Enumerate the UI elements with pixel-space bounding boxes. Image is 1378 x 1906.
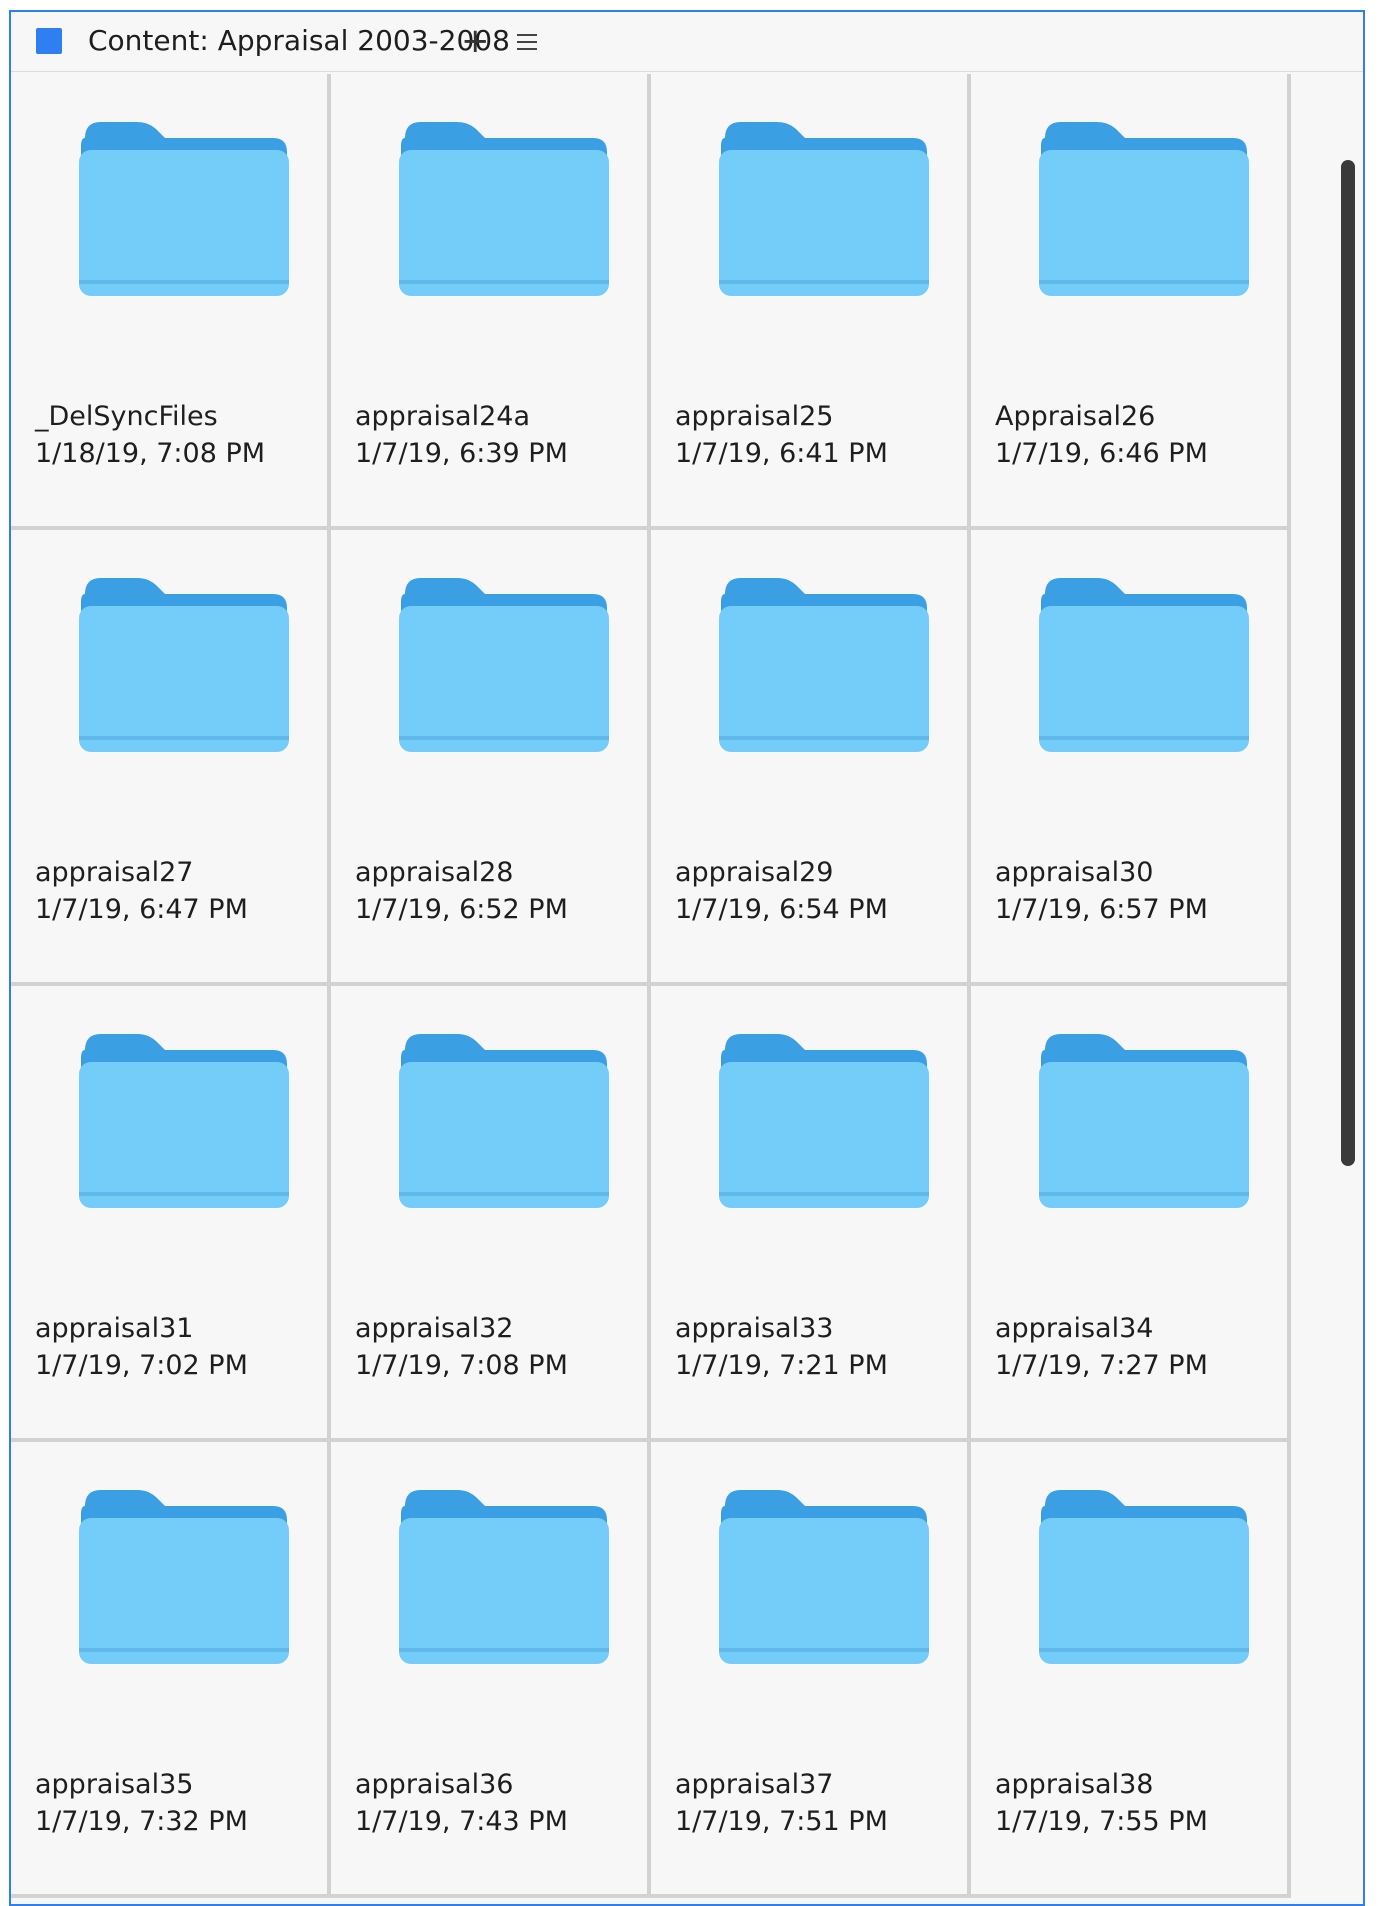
folder-item[interactable]: Appraisal26 1/7/19, 6:46 PM: [971, 74, 1291, 530]
folder-date: 1/7/19, 6:39 PM: [355, 438, 568, 469]
folder-name: appraisal36: [355, 1769, 514, 1800]
folder-date: 1/7/19, 6:52 PM: [355, 894, 568, 925]
folder-icon: [1039, 1490, 1249, 1664]
folder-item[interactable]: appraisal38 1/7/19, 7:55 PM: [971, 1442, 1291, 1898]
folder-date: 1/7/19, 6:41 PM: [675, 438, 888, 469]
folder-item[interactable]: appraisal34 1/7/19, 7:27 PM: [971, 986, 1291, 1442]
folder-item[interactable]: appraisal37 1/7/19, 7:51 PM: [651, 1442, 971, 1898]
folder-date: 1/7/19, 7:08 PM: [355, 1350, 568, 1381]
folder-item[interactable]: appraisal28 1/7/19, 6:52 PM: [331, 530, 651, 986]
folder-name: appraisal38: [995, 1769, 1154, 1800]
folder-name: appraisal37: [675, 1769, 834, 1800]
folder-item[interactable]: appraisal35 1/7/19, 7:32 PM: [11, 1442, 331, 1898]
folder-name: appraisal34: [995, 1313, 1154, 1344]
folder-item[interactable]: appraisal27 1/7/19, 6:47 PM: [11, 530, 331, 986]
folder-date: 1/7/19, 6:46 PM: [995, 438, 1208, 469]
folder-name: appraisal27: [35, 857, 194, 888]
folder-item[interactable]: appraisal32 1/7/19, 7:08 PM: [331, 986, 651, 1442]
folder-item[interactable]: appraisal30 1/7/19, 6:57 PM: [971, 530, 1291, 986]
folder-icon: [1039, 578, 1249, 752]
folder-date: 1/7/19, 6:47 PM: [35, 894, 248, 925]
folder-name: appraisal30: [995, 857, 1154, 888]
folder-item[interactable]: appraisal36 1/7/19, 7:43 PM: [331, 1442, 651, 1898]
folder-name: appraisal28: [355, 857, 514, 888]
folder-icon: [399, 1034, 609, 1208]
folder-icon: [1039, 1034, 1249, 1208]
folder-name: Appraisal26: [995, 401, 1156, 432]
content-grid-area[interactable]: _DelSyncFiles 1/18/19, 7:08 PM appraisal…: [11, 74, 1331, 1904]
folder-icon: [79, 578, 289, 752]
scrollbar-thumb[interactable]: [1341, 160, 1355, 1166]
folder-date: 1/18/19, 7:08 PM: [35, 438, 266, 469]
folder-date: 1/7/19, 7:02 PM: [35, 1350, 248, 1381]
folder-name: _DelSyncFiles: [35, 401, 218, 432]
folder-grid: _DelSyncFiles 1/18/19, 7:08 PM appraisal…: [11, 74, 1331, 1898]
folder-icon: [719, 122, 929, 296]
content-panel: Content: Appraisal 2003-2008 + _DelSyncF…: [9, 10, 1365, 1906]
folder-icon: [399, 1490, 609, 1664]
folder-icon: [399, 578, 609, 752]
folder-date: 1/7/19, 7:55 PM: [995, 1806, 1208, 1837]
folder-date: 1/7/19, 7:43 PM: [355, 1806, 568, 1837]
folder-name: appraisal24a: [355, 401, 530, 432]
folder-date: 1/7/19, 6:54 PM: [675, 894, 888, 925]
folder-name: appraisal32: [355, 1313, 514, 1344]
folder-item[interactable]: appraisal31 1/7/19, 7:02 PM: [11, 986, 331, 1442]
hamburger-menu-icon[interactable]: [514, 29, 540, 55]
folder-date: 1/7/19, 7:21 PM: [675, 1350, 888, 1381]
folder-icon: [79, 1034, 289, 1208]
folder-item[interactable]: appraisal25 1/7/19, 6:41 PM: [651, 74, 971, 530]
folder-icon: [79, 122, 289, 296]
folder-icon: [1039, 122, 1249, 296]
folder-icon: [79, 1490, 289, 1664]
folder-name: appraisal31: [35, 1313, 194, 1344]
folder-item[interactable]: appraisal33 1/7/19, 7:21 PM: [651, 986, 971, 1442]
vertical-scrollbar[interactable]: [1323, 74, 1363, 1904]
folder-icon: [719, 1034, 929, 1208]
folder-icon: [719, 1490, 929, 1664]
folder-name: appraisal35: [35, 1769, 194, 1800]
folder-icon: [399, 122, 609, 296]
plus-icon[interactable]: +: [461, 24, 490, 58]
folder-date: 1/7/19, 7:32 PM: [35, 1806, 248, 1837]
folder-name: appraisal25: [675, 401, 834, 432]
folder-date: 1/7/19, 7:51 PM: [675, 1806, 888, 1837]
folder-icon: [719, 578, 929, 752]
folder-item[interactable]: appraisal24a 1/7/19, 6:39 PM: [331, 74, 651, 530]
folder-date: 1/7/19, 7:27 PM: [995, 1350, 1208, 1381]
panel-title-bar: Content: Appraisal 2003-2008 +: [11, 12, 1363, 72]
folder-date: 1/7/19, 6:57 PM: [995, 894, 1208, 925]
folder-name: appraisal29: [675, 857, 834, 888]
folder-item[interactable]: _DelSyncFiles 1/18/19, 7:08 PM: [11, 74, 331, 530]
panel-title: Content: Appraisal 2003-2008: [88, 24, 510, 57]
panel-color-swatch: [36, 28, 62, 54]
folder-name: appraisal33: [675, 1313, 834, 1344]
folder-item[interactable]: appraisal29 1/7/19, 6:54 PM: [651, 530, 971, 986]
